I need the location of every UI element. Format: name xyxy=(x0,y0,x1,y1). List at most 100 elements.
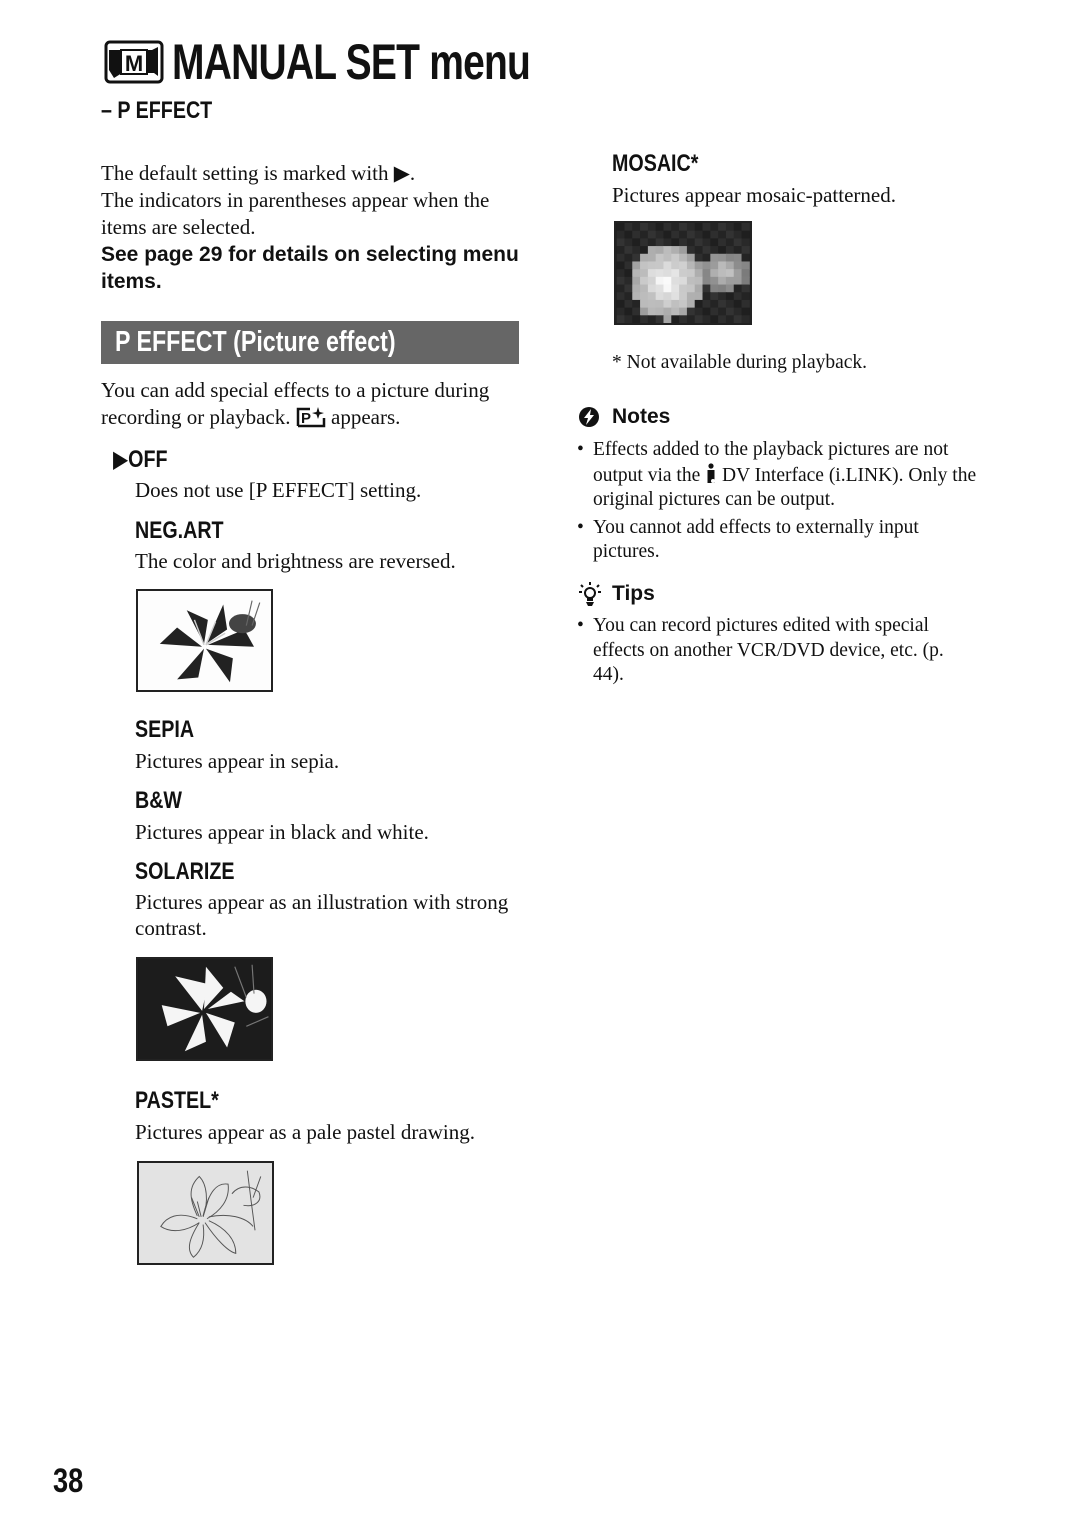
option-desc-pastel: Pictures appear as a pale pastel drawing… xyxy=(135,1120,475,1144)
mosaic-tile xyxy=(710,230,719,239)
mosaic-tile xyxy=(624,284,633,293)
mosaic-tile xyxy=(616,315,625,323)
mosaic-tile xyxy=(725,276,735,286)
mosaic-tile xyxy=(632,315,641,323)
mosaic-tile xyxy=(679,223,688,232)
mosaic-tile xyxy=(655,299,664,309)
mosaic-tile xyxy=(616,238,625,247)
notes-list: • Effects added to the playback pictures… xyxy=(577,438,977,565)
mosaic-tile xyxy=(741,269,750,278)
mosaic-tile xyxy=(647,246,657,255)
mosaic-tile xyxy=(694,315,703,323)
mosaic-tile xyxy=(647,253,657,262)
see-page-link[interactable]: See page 29 for details on selecting men… xyxy=(101,241,531,295)
mosaic-tile xyxy=(733,299,743,309)
mosaic-tile xyxy=(733,292,743,301)
mosaic-tile xyxy=(733,238,743,247)
mosaic-tile xyxy=(679,238,688,247)
mosaic-tile xyxy=(694,230,703,239)
mosaic-tile xyxy=(710,307,719,316)
mosaic-tile xyxy=(647,238,657,247)
default-marker-icon: ▶ xyxy=(113,446,129,473)
mosaic-tile xyxy=(671,253,680,262)
mosaic-tile xyxy=(663,284,672,293)
mosaic-tile xyxy=(718,276,727,286)
mosaic-tile xyxy=(718,261,727,270)
mosaic-tile xyxy=(686,246,696,255)
mosaic-tile xyxy=(671,230,680,239)
mosaic-tile xyxy=(710,223,719,232)
mosaic-tile xyxy=(632,238,641,247)
default-marker-note: The default setting is marked with ▶. xyxy=(101,161,416,185)
mosaic-tile xyxy=(686,284,696,293)
option-desc-sepia: Pictures appear in sepia. xyxy=(135,749,340,773)
mosaic-tile xyxy=(616,292,625,301)
mosaic-tile xyxy=(710,246,719,255)
mosaic-tile xyxy=(710,276,719,286)
notes-heading: Notes xyxy=(578,405,670,429)
mosaic-tile xyxy=(624,276,633,286)
mosaic-tile xyxy=(733,284,743,293)
mosaic-tile xyxy=(702,253,711,262)
mosaic-tile xyxy=(702,284,711,293)
mosaic-tile xyxy=(632,261,641,270)
mosaic-tile xyxy=(694,261,703,270)
mosaic-tile xyxy=(679,315,688,323)
mosaic-tile xyxy=(624,315,633,323)
mosaic-tile xyxy=(616,246,625,255)
mosaic-tile xyxy=(686,307,696,316)
mosaic-tile xyxy=(686,269,696,278)
mosaic-tile xyxy=(647,284,657,293)
mosaic-tile xyxy=(725,315,735,323)
option-title-pastel: PASTEL* xyxy=(135,1087,219,1114)
mosaic-tile xyxy=(725,253,735,262)
mosaic-tile xyxy=(679,292,688,301)
mosaic-tile xyxy=(725,246,735,255)
mosaic-tile xyxy=(718,292,727,301)
mosaic-tile xyxy=(725,292,735,301)
mosaic-tile xyxy=(632,253,641,262)
mosaic-tile xyxy=(710,315,719,323)
solarized-lily-image xyxy=(138,959,271,1059)
mosaic-tile xyxy=(655,269,664,278)
mosaic-tile xyxy=(733,223,743,232)
mosaic-tile xyxy=(710,284,719,293)
mosaic-tile xyxy=(679,299,688,309)
tip-item: • You can record pictures edited with sp… xyxy=(577,615,944,685)
mosaic-tile xyxy=(741,292,750,301)
mosaic-tile xyxy=(624,223,633,232)
mosaic-tile xyxy=(710,238,719,247)
mosaic-tile xyxy=(733,253,743,262)
mosaic-tile xyxy=(616,276,625,286)
section-title: P EFFECT (Picture effect) xyxy=(115,326,396,358)
mosaic-tile xyxy=(702,269,711,278)
tips-heading: Tips xyxy=(578,581,655,607)
mosaic-tile xyxy=(616,261,625,270)
option-title-solarize: SOLARIZE xyxy=(135,858,235,885)
mosaic-tile xyxy=(710,299,719,309)
mosaic-tile xyxy=(725,223,735,232)
mosaic-tile xyxy=(679,307,688,316)
mosaic-tile xyxy=(733,315,743,323)
footnote: * Not available during playback. xyxy=(612,352,868,373)
mosaic-tile xyxy=(710,292,719,301)
mosaic-tile xyxy=(647,292,657,301)
mosaic-tile xyxy=(679,246,688,255)
mosaic-tile xyxy=(741,299,750,309)
option-off: ▶OFF xyxy=(113,445,179,474)
mosaic-tile xyxy=(624,238,633,247)
mosaic-tile xyxy=(616,223,625,232)
mosaic-tile xyxy=(718,223,727,232)
mosaic-tile xyxy=(640,246,649,255)
note-item: • You cannot add effects to externally i… xyxy=(577,516,919,563)
mosaic-tile xyxy=(655,276,664,286)
mosaic-tile xyxy=(733,269,743,278)
mosaic-tile xyxy=(710,269,719,278)
negative-lily-image xyxy=(138,591,271,690)
mosaic-tile xyxy=(624,299,633,309)
page-number: 38 xyxy=(53,1462,84,1500)
mosaic-tile xyxy=(616,307,625,316)
mosaic-tile xyxy=(671,276,680,286)
mosaic-tile xyxy=(686,253,696,262)
manual-set-camera-icon: M xyxy=(104,40,164,84)
